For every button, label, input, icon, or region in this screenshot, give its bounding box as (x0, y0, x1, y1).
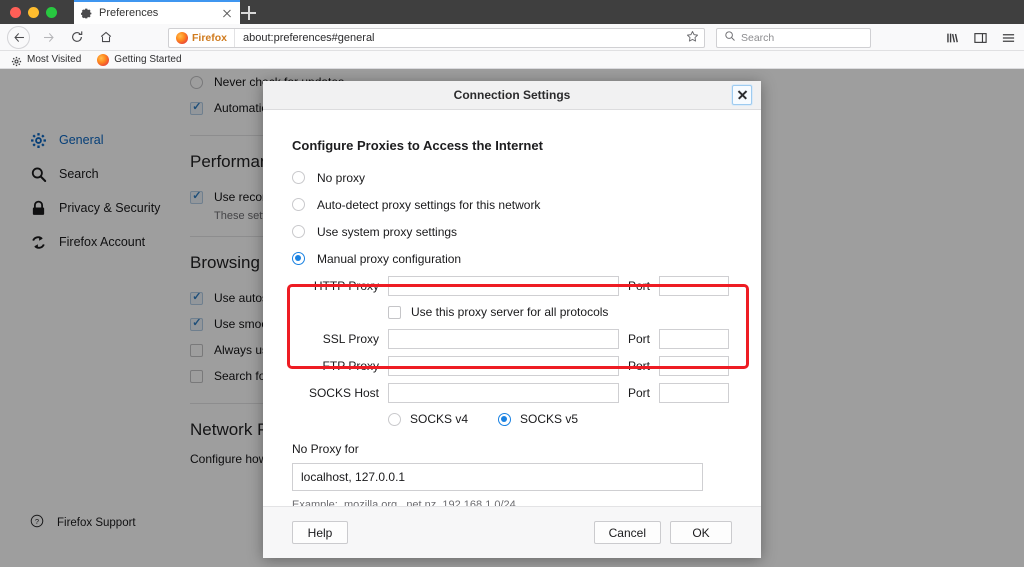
radio-label: No proxy (317, 170, 366, 185)
gear-icon (11, 54, 22, 67)
socks-version-group: SOCKS v4 SOCKS v5 (263, 406, 761, 432)
dialog-header: Connection Settings (263, 81, 761, 110)
search-input[interactable]: Search (741, 32, 774, 44)
window-close-button[interactable] (10, 7, 21, 18)
toolbar-buttons (945, 28, 1016, 48)
arrow-right-icon (43, 32, 54, 42)
http-proxy-input[interactable] (388, 275, 619, 296)
firefox-icon (97, 53, 110, 66)
back-button[interactable] (6, 26, 32, 49)
http-port-stepper[interactable] (659, 275, 761, 296)
bookmarks-toolbar: Most Visited Getting Started (0, 51, 1024, 69)
bookmark-getting-started[interactable]: Getting Started (97, 53, 182, 66)
help-button[interactable]: Help (292, 521, 348, 544)
home-icon (100, 31, 112, 43)
ftp-port-stepper[interactable] (659, 355, 761, 376)
socks-host-input[interactable] (388, 382, 619, 403)
window-minimize-button[interactable] (28, 7, 39, 18)
radio-system-proxy[interactable]: Use system proxy settings (263, 218, 761, 245)
connection-settings-dialog: Connection Settings Configure Proxies to… (263, 81, 761, 558)
close-icon[interactable] (732, 85, 752, 105)
radio-manual-proxy[interactable]: Manual proxy configuration (263, 245, 761, 272)
radio-icon[interactable] (292, 171, 305, 184)
back-ring (7, 26, 30, 49)
hamburger-menu-icon[interactable] (1001, 31, 1016, 45)
radio-icon[interactable] (292, 252, 305, 265)
field-label: SSL Proxy (322, 331, 379, 346)
url-bar[interactable]: Firefox about:preferences#general (168, 28, 705, 48)
field-row-ftp-proxy: FTP Proxy Port (263, 352, 761, 379)
bookmark-label: Getting Started (114, 54, 182, 65)
identity-box[interactable]: Firefox (169, 29, 236, 47)
title-bar: Preferences (0, 0, 1024, 24)
reload-icon (72, 31, 83, 42)
reload-button[interactable] (64, 26, 90, 48)
gear-icon (80, 7, 93, 20)
radio-no-proxy[interactable]: No proxy (263, 164, 761, 191)
dialog-body: Configure Proxies to Access the Internet… (263, 110, 761, 558)
sidebar-icon[interactable] (973, 31, 988, 45)
dialog-title: Connection Settings (453, 88, 571, 102)
close-icon[interactable] (220, 6, 234, 20)
checkbox-all-protocols[interactable]: Use this proxy server for all protocols (263, 299, 761, 325)
star-icon[interactable] (680, 30, 704, 46)
port-label: Port (628, 278, 651, 293)
browser-tab-preferences[interactable]: Preferences (74, 0, 240, 24)
bookmark-label: Most Visited (27, 54, 82, 65)
tab-title: Preferences (99, 7, 159, 19)
radio-icon[interactable] (498, 412, 512, 426)
field-row-socks-host: SOCKS Host Port (263, 379, 761, 406)
radio-label-socks-v4: SOCKS v4 (410, 412, 469, 426)
search-bar[interactable]: Search (716, 28, 871, 48)
radio-icon[interactable] (388, 412, 401, 426)
checkbox-label: Use this proxy server for all protocols (411, 305, 609, 319)
checkbox-icon[interactable] (388, 305, 401, 319)
firefox-icon (176, 32, 188, 44)
radio-icon[interactable] (292, 198, 305, 211)
socks-port-input[interactable] (660, 383, 761, 402)
field-row-http-proxy: HTTP Proxy Port (263, 272, 761, 299)
ftp-proxy-input[interactable] (388, 355, 619, 376)
dialog-heading: Configure Proxies to Access the Internet (292, 138, 543, 153)
no-proxy-label: No Proxy for (292, 442, 359, 456)
ok-button[interactable]: OK (670, 521, 732, 544)
field-row-ssl-proxy: SSL Proxy Port (263, 325, 761, 352)
bookmark-most-visited[interactable]: Most Visited (11, 54, 82, 67)
ftp-port-input[interactable] (660, 356, 761, 375)
window-traffic-lights (10, 7, 57, 18)
home-button[interactable] (93, 26, 119, 48)
port-label: Port (628, 358, 651, 373)
port-label: Port (628, 331, 651, 346)
forward-button[interactable] (35, 26, 61, 48)
dialog-footer: Help Cancel OK (263, 506, 761, 558)
radio-label-socks-v5: SOCKS v5 (520, 412, 579, 426)
field-label: HTTP Proxy (313, 278, 379, 293)
radio-icon[interactable] (292, 225, 305, 238)
radio-label: Use system proxy settings (317, 224, 458, 239)
url-text[interactable]: about:preferences#general (235, 32, 680, 44)
port-label: Port (628, 385, 651, 400)
radio-label: Manual proxy configuration (317, 251, 462, 266)
field-label: FTP Proxy (322, 358, 379, 373)
radio-auto-detect[interactable]: Auto-detect proxy settings for this netw… (263, 191, 761, 218)
search-icon (724, 29, 736, 47)
http-port-input[interactable] (660, 276, 761, 295)
field-label: SOCKS Host (308, 385, 379, 400)
radio-label: Auto-detect proxy settings for this netw… (317, 197, 541, 212)
identity-label: Firefox (192, 32, 228, 44)
ssl-port-input[interactable] (660, 329, 761, 348)
cancel-button[interactable]: Cancel (593, 521, 661, 544)
library-icon[interactable] (945, 31, 960, 45)
ssl-proxy-input[interactable] (388, 328, 619, 349)
window-zoom-button[interactable] (46, 7, 57, 18)
new-tab-button[interactable] (240, 4, 258, 22)
ssl-port-stepper[interactable] (659, 328, 761, 349)
no-proxy-input[interactable] (292, 463, 703, 491)
browser-window: Preferences Firefox about:preferences#ge… (0, 0, 1024, 567)
socks-port-stepper[interactable] (659, 382, 761, 403)
